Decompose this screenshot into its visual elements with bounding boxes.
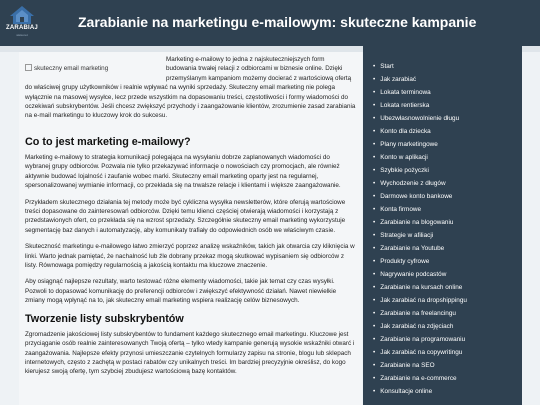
sidebar-item[interactable]: Produkty cyfrowe <box>373 255 522 268</box>
sidebar-item[interactable]: Jak zarabiać na zdjęciach <box>373 320 522 333</box>
sidebar-item[interactable]: Zarabianie na blogowaniu <box>373 216 522 229</box>
sidebar-item[interactable]: Jak zarabiać na copywritingu <box>373 346 522 359</box>
sidebar-item[interactable]: Zarabianie na Youtube <box>373 242 522 255</box>
sidebar-menu: Start Jak zarabiać Lokata terminowa Loka… <box>363 46 522 398</box>
page-title: Zarabianie na marketingu e-mailowym: sku… <box>78 14 477 30</box>
section-heading-what-is: Co to jest marketing e-mailowy? <box>25 136 191 148</box>
sidebar-item[interactable]: Zarabianie na e-commerce <box>373 372 522 385</box>
sidebar-item[interactable]: Konto dla dziecka <box>373 125 522 138</box>
sidebar-item[interactable]: Strategie w afiliacji <box>373 229 522 242</box>
sidebar-item[interactable]: Konta firmowe <box>373 203 522 216</box>
sidebar-item[interactable]: Jak zarabiać na dropshippingu <box>373 294 522 307</box>
sidebar-nav: Start Jak zarabiać Lokata terminowa Loka… <box>363 46 522 405</box>
sidebar-item[interactable]: Darmowe konto bankowe <box>373 190 522 203</box>
paragraph-5: Zgromadzenie jakościowej listy subskrybe… <box>25 330 355 376</box>
logo-text: ZARABIAJ <box>6 25 38 31</box>
sidebar-item[interactable]: Szybkie pożyczki <box>373 164 522 177</box>
article-intro: skuteczny email marketing Marketing e-ma… <box>25 55 356 130</box>
sidebar-item[interactable]: Wychodzenie z długów <box>373 177 522 190</box>
sidebar-item[interactable]: Zarabianie na freelancingu <box>373 307 522 320</box>
sidebar-item[interactable]: Lokata terminowa <box>373 86 522 99</box>
article-content: skuteczny email marketing Marketing e-ma… <box>19 52 362 405</box>
sidebar-item[interactable]: Zarabianie na programowaniu <box>373 333 522 346</box>
sidebar-item[interactable]: Jak zarabiać <box>373 73 522 86</box>
site-logo[interactable]: ZARABIAJ www.net <box>4 4 40 42</box>
sidebar-item[interactable]: Plany marketingowe <box>373 138 522 151</box>
logo-subtext: www.net <box>16 33 28 37</box>
article-image: skuteczny email marketing <box>25 64 113 74</box>
sidebar-item[interactable]: Lokata rentierska <box>373 99 522 112</box>
sidebar-item[interactable]: Zarabianie na SEO <box>373 359 522 372</box>
paragraph-1: Marketing e-mailowy to strategia komunik… <box>25 154 341 190</box>
sidebar-item[interactable]: Nagrywanie podcastów <box>373 268 522 281</box>
site-header: ZARABIAJ www.net Zarabianie na marketing… <box>0 0 540 46</box>
sidebar-item[interactable]: Konsultacje online <box>373 385 522 398</box>
section-heading-subscribers: Tworzenie listy subskrybentów <box>25 312 184 325</box>
logo-house-icon <box>10 6 34 24</box>
sidebar-item[interactable]: Zarabianie na kursach online <box>373 281 522 294</box>
sidebar-item[interactable]: Start <box>373 60 522 73</box>
paragraph-4: Aby osiągnąć najlepsze rezultaty, warto … <box>25 278 337 305</box>
paragraph-3: Skuteczność marketingu e-mailowego łatwo… <box>25 243 355 270</box>
sidebar-item[interactable]: Konto w aplikacji <box>373 151 522 164</box>
sidebar-item[interactable]: Ubezwłasnowolnienie długu <box>373 112 522 125</box>
paragraph-2: Przykładem skutecznego działania tej met… <box>25 198 346 234</box>
